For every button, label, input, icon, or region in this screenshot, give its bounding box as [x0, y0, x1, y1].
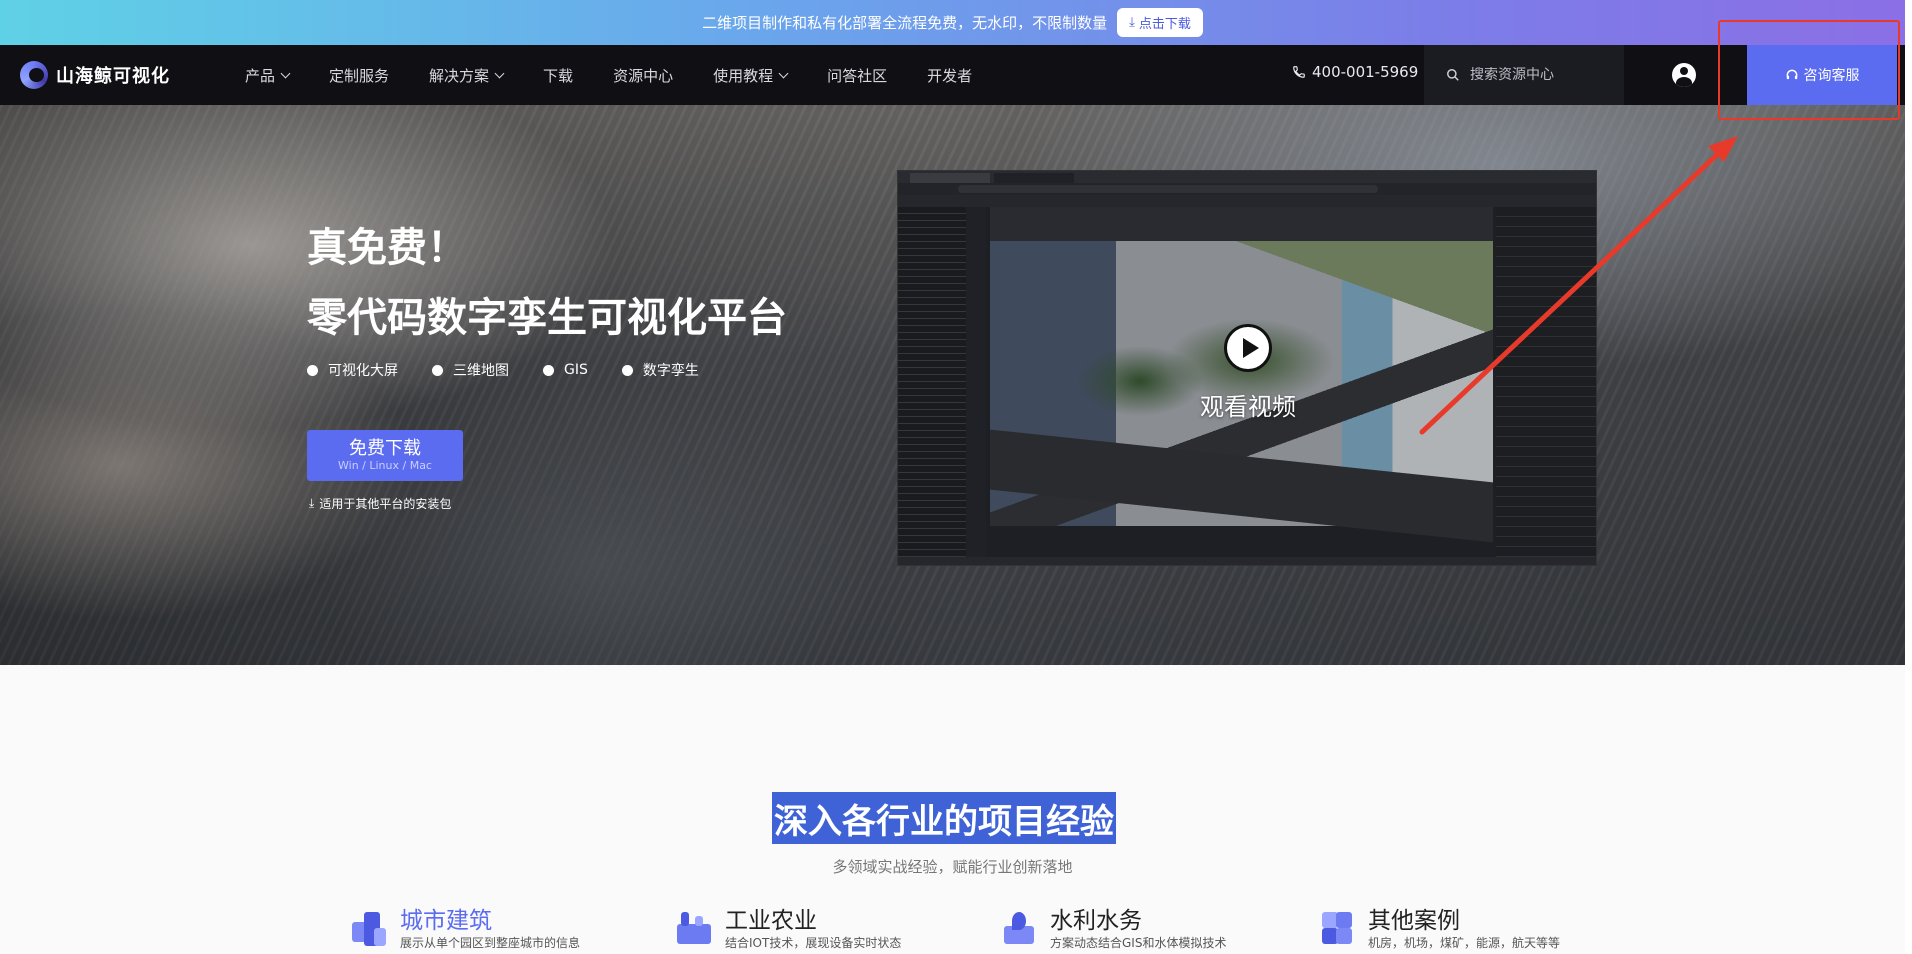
category-desc: 结合IOT技术，展现设备实时状态	[725, 936, 902, 950]
nav-item-community[interactable]: 问答社区	[827, 65, 887, 86]
category-industry-agriculture[interactable]: 工业农业 结合IOT技术，展现设备实时状态	[675, 908, 901, 951]
promo-banner: 二维项目制作和私有化部署全流程免费，无水印，不限制数量 ⤓ 点击下载	[0, 0, 1905, 45]
search-box[interactable]	[1424, 45, 1624, 105]
promo-text: 二维项目制作和私有化部署全流程免费，无水印，不限制数量	[702, 14, 1108, 32]
other-platforms-link[interactable]: ⤓ 适用于其他平台的安装包	[309, 495, 451, 512]
consult-label: 咨询客服	[1803, 68, 1860, 84]
industries-section: 深入各行业的项目经验 多领域实战经验，赋能行业创新落地 城市建筑 展示从单个园区…	[0, 665, 1905, 954]
download-icon: ⤓	[309, 496, 315, 510]
nav-item-custom-service[interactable]: 定制服务	[329, 65, 389, 86]
nav-item-resources[interactable]: 资源中心	[613, 65, 673, 86]
category-name: 水利水务	[1050, 908, 1142, 934]
top-nav: 山海鲸可视化 产品 定制服务 解决方案 下载 资源中心 使用教程 问答社区 开发…	[0, 45, 1905, 105]
chevron-down-icon	[494, 68, 505, 78]
preview-url-field	[958, 185, 1378, 193]
chevron-down-icon	[778, 68, 789, 78]
feature-label: GIS	[564, 362, 588, 378]
user-avatar-icon[interactable]	[1672, 63, 1696, 87]
search-input[interactable]	[1470, 67, 1620, 83]
play-icon[interactable]	[1224, 324, 1272, 372]
nav-item-label: 下载	[543, 66, 574, 85]
hero-section: 真免费！ 零代码数字孪生可视化平台 可视化大屏 三维地图 GIS 数字孪生 免费…	[0, 105, 1905, 665]
factory-icon	[675, 908, 713, 948]
category-name: 城市建筑	[400, 908, 492, 934]
free-download-button[interactable]: 免费下载 Win / Linux / Mac	[307, 430, 463, 481]
water-drop-icon	[1000, 908, 1038, 948]
hero-title-line2: 零代码数字孪生可视化平台	[307, 295, 787, 341]
feature-label: 三维地图	[453, 363, 509, 379]
nav-item-label: 解决方案	[429, 66, 490, 85]
category-other-cases[interactable]: 其他案例 机房，机场，煤矿，能源，航天等等	[1318, 908, 1560, 951]
category-city-building[interactable]: 城市建筑 展示从单个园区到整座城市的信息	[350, 908, 580, 951]
hero-title-line1: 真免费！	[307, 225, 467, 271]
feature-item: GIS	[543, 360, 588, 380]
bullet-dot-icon	[432, 364, 443, 376]
nav-item-label: 定制服务	[329, 66, 390, 85]
category-desc: 展示从单个园区到整座城市的信息	[400, 936, 581, 950]
main-menu: 产品 定制服务 解决方案 下载 资源中心 使用教程 问答社区 开发者	[245, 45, 1012, 105]
phone-text: 400-001-5969	[1312, 63, 1419, 81]
preview-tab	[910, 173, 990, 183]
logo-text: 山海鲸可视化	[56, 66, 170, 87]
bullet-dot-icon	[307, 364, 318, 376]
category-water-conservancy[interactable]: 水利水务 方案动态结合GIS和水体模拟技术	[1000, 908, 1226, 951]
video-preview[interactable]: 观看视频	[897, 170, 1597, 566]
preview-scene-toolbar	[990, 207, 1493, 241]
bullet-dot-icon	[621, 364, 633, 376]
cubes-icon	[1318, 908, 1356, 948]
feature-item: 数字孪生	[621, 360, 699, 380]
other-platforms-label: 适用于其他平台的安装包	[319, 497, 452, 511]
nav-item-download[interactable]: 下载	[543, 65, 573, 86]
industry-categories: 城市建筑 展示从单个园区到整座城市的信息 工业农业 结合IOT技术，展现设备实时…	[350, 908, 1650, 954]
download-platforms: Win / Linux / Mac	[338, 458, 432, 472]
consult-service-button[interactable]: 咨询客服	[1747, 45, 1897, 105]
category-name: 其他案例	[1368, 908, 1460, 934]
play-triangle	[1242, 338, 1259, 358]
nav-item-solutions[interactable]: 解决方案	[429, 65, 505, 86]
preview-toolbar	[898, 195, 1596, 207]
phone-icon	[1293, 66, 1305, 78]
nav-item-label: 产品	[245, 66, 276, 85]
chevron-down-icon	[280, 68, 291, 78]
feature-label: 可视化大屏	[328, 363, 398, 379]
watch-video-label: 观看视频	[1200, 393, 1296, 421]
preview-browser-tabs	[898, 171, 1596, 183]
nav-item-tutorials[interactable]: 使用教程	[713, 65, 789, 86]
nav-item-label: 资源中心	[613, 66, 674, 85]
promo-download-label: 点击下载	[1138, 17, 1191, 32]
city-building-icon	[350, 908, 388, 948]
category-name: 工业农业	[725, 908, 817, 934]
preview-status-bar	[898, 557, 1596, 565]
hero-feature-list: 可视化大屏 三维地图 GIS 数字孪生	[307, 360, 699, 380]
logo[interactable]: 山海鲸可视化	[20, 61, 170, 89]
promo-download-button[interactable]: ⤓ 点击下载	[1117, 8, 1203, 37]
feature-label: 数字孪生	[642, 363, 699, 379]
category-desc: 机房，机场，煤矿，能源，航天等等	[1368, 936, 1561, 950]
download-button-label: 免费下载	[349, 437, 421, 459]
nav-item-label: 开发者	[927, 66, 973, 85]
preview-properties-panel	[1496, 207, 1596, 559]
whale-logo-icon	[20, 61, 48, 89]
feature-item: 可视化大屏	[307, 360, 398, 380]
nav-item-product[interactable]: 产品	[245, 65, 291, 86]
bullet-dot-icon	[543, 364, 554, 376]
preview-tab	[994, 173, 1074, 183]
search-icon	[1447, 69, 1459, 81]
category-desc: 方案动态结合GIS和水体模拟技术	[1050, 936, 1227, 950]
preview-icon-rail	[966, 207, 986, 559]
headset-icon	[1786, 69, 1797, 80]
nav-item-label: 问答社区	[827, 66, 888, 85]
preview-layer-tree	[898, 207, 966, 559]
nav-item-developers[interactable]: 开发者	[927, 65, 972, 86]
phone-number[interactable]: 400-001-5969	[1292, 63, 1418, 81]
download-icon: ⤓	[1129, 15, 1135, 30]
nav-item-label: 使用教程	[713, 66, 774, 85]
section-subtitle: 多领域实战经验，赋能行业创新落地	[832, 858, 1073, 876]
feature-item: 三维地图	[432, 360, 509, 380]
section-title: 深入各行业的项目经验	[772, 792, 1116, 844]
